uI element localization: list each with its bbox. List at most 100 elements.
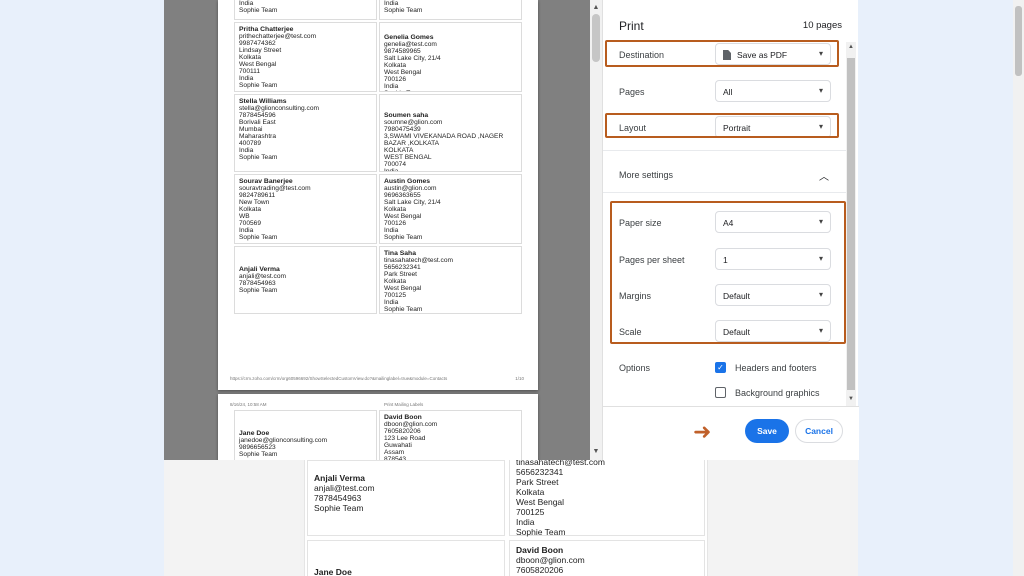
mailing-label: Austin Gomes austin@glion.com 9696363655 Sa…	[379, 174, 522, 244]
contact-line: India	[516, 517, 535, 527]
background-graphics-checkbox[interactable]	[715, 387, 726, 398]
mailing-label: Anjali Verma anjali@test.com 7878454963 Sop…	[234, 246, 377, 314]
preview-scrollbar[interactable]: ▲ ▼	[590, 0, 602, 460]
label-line: Guwahati	[384, 442, 412, 449]
print-preview[interactable]: India Sophie Team India Sophie Team Prit…	[164, 0, 602, 460]
label-line: Maharashtra	[239, 133, 277, 140]
more-settings-toggle[interactable]: More settings	[619, 170, 673, 180]
label-line: stella@glionconsulting.com	[239, 105, 319, 112]
mailing-label: Pritha Chatterjee prithechatterjee@test.c…	[234, 22, 377, 92]
label-line: soumne@glion.com	[384, 119, 443, 126]
action-bar: ➜ Save Cancel	[603, 406, 859, 460]
contact-line: Sophie Team	[314, 503, 364, 513]
label-line: 7878454596	[239, 112, 276, 119]
label-line: India	[239, 0, 254, 7]
mailing-label: Stella Williams stella@glionconsulting.co…	[234, 94, 377, 172]
mailing-label: India Sophie Team	[379, 0, 522, 20]
mailing-label: Jane Doe janedoe@glionconsulting.com 989…	[234, 410, 377, 460]
mailing-label: Tina Saha tinasahatech@test.com 5656232341…	[379, 246, 522, 314]
save-button[interactable]: Save	[745, 419, 789, 443]
pages-label: Pages	[619, 87, 645, 97]
label-name: Sourav Banerjee	[239, 178, 293, 185]
label-line: West Bengal	[239, 61, 277, 68]
label-name: Austin Gomes	[384, 178, 431, 185]
label-line: prithechatterjee@test.com	[239, 33, 317, 40]
label-name: Tina Saha	[384, 250, 416, 257]
label-line: 400789	[239, 140, 262, 147]
label-line: Sophie Team	[239, 82, 278, 89]
bg-contact-card: tinasahatech@test.com 5656232341 Park St…	[509, 456, 705, 537]
label-name: Pritha Chatterjee	[239, 26, 294, 33]
settings-scrollbar-thumb[interactable]	[847, 58, 855, 390]
label-line: souravtrading@test.com	[239, 185, 311, 192]
label-line: Borivali East	[239, 119, 276, 126]
label-line: Assam	[384, 449, 405, 456]
label-line: India	[384, 227, 399, 234]
bg-contact-card: Jane Doe	[307, 540, 505, 576]
label-line: 9874589965	[384, 48, 421, 55]
label-line: austin@glion.com	[384, 185, 437, 192]
layout-highlight	[605, 113, 839, 138]
label-name: Stella Williams	[239, 98, 287, 105]
label-line: Lindsay Street	[239, 47, 282, 54]
headers-footers-checkbox[interactable]: ✓	[715, 362, 726, 373]
options-label: Options	[619, 363, 651, 373]
label-line: Sophie Team	[239, 451, 278, 458]
label-line: Sophie Team	[239, 154, 278, 161]
label-line: Mumbai	[239, 126, 263, 133]
preview-scrollbar-thumb[interactable]	[592, 14, 600, 62]
contact-line: Park Street	[516, 477, 559, 487]
scroll-down-arrow-icon[interactable]: ▼	[591, 448, 601, 455]
label-line: 878543	[384, 456, 407, 460]
label-line: Sophie Team	[384, 7, 423, 14]
page-count: 10 pages	[802, 20, 842, 31]
contact-name: Jane Doe	[314, 567, 352, 576]
label-line: India	[384, 83, 399, 90]
label-line: India	[239, 227, 254, 234]
page-header-date: 8/16/24, 10:58 AM	[230, 402, 267, 407]
divider	[603, 150, 849, 151]
label-name: Genelia Gomes	[384, 34, 434, 41]
mailing-label: Soumen saha soumne@glion.com 7980475439 3,S…	[379, 94, 522, 172]
mailing-label: India Sophie Team	[234, 0, 377, 20]
chevron-up-icon[interactable]: ︿	[819, 168, 829, 183]
contact-line: 7878454963	[314, 493, 362, 503]
mailing-label: Sourav Banerjee souravtrading@test.com 982…	[234, 174, 377, 244]
label-line: India	[384, 299, 399, 306]
label-line: dboon@glion.com	[384, 421, 438, 428]
label-line: 700569	[239, 220, 262, 227]
contact-name: Anjali Verma	[314, 473, 366, 483]
pages-select[interactable]: All ▾	[715, 80, 831, 102]
page-scrollbar-thumb[interactable]	[1015, 6, 1022, 76]
label-line: West Bengal	[384, 285, 422, 292]
label-line: 7980475439	[384, 126, 421, 133]
scroll-down-arrow-icon[interactable]: ▼	[846, 396, 856, 402]
page-scrollbar[interactable]	[1013, 0, 1024, 576]
label-line: India	[239, 147, 254, 154]
label-line: Salt Lake City, 21/4	[384, 199, 441, 206]
label-line: India	[384, 168, 399, 172]
label-line: 9987474362	[239, 40, 276, 47]
label-line: Sophie Team	[384, 234, 423, 241]
settings-scrollbar[interactable]: ▲ ▼	[846, 42, 856, 406]
scroll-up-arrow-icon[interactable]: ▲	[591, 4, 601, 11]
contact-line: Kolkata	[516, 487, 545, 497]
label-line: janedoe@glionconsulting.com	[239, 437, 328, 444]
label-line: BAZAR ,KOLKATA	[384, 140, 440, 147]
mailing-label: David Boon dboon@glion.com 7605820206 12…	[379, 410, 522, 460]
bg-contact-card: Anjali Verma anjali@test.com 7878454963 …	[307, 460, 505, 536]
destination-highlight	[605, 40, 839, 67]
label-line: Sophie Team	[384, 90, 517, 91]
headers-footers-label[interactable]: Headers and footers	[735, 363, 817, 373]
label-line: 9896656523	[239, 444, 276, 451]
label-line: WEST BENGAL	[384, 154, 432, 161]
background-graphics-label[interactable]: Background graphics	[735, 388, 820, 398]
label-line: 700074	[384, 161, 407, 168]
label-line: Sophie Team	[239, 7, 278, 14]
arrow-right-icon: ➜	[693, 419, 712, 444]
scroll-up-arrow-icon[interactable]: ▲	[846, 44, 856, 50]
preview-page-1: India Sophie Team India Sophie Team Prit…	[218, 0, 538, 390]
pages-value: All	[723, 87, 733, 97]
page-header-title: Print Mailing Labels	[384, 402, 424, 407]
cancel-button[interactable]: Cancel	[795, 419, 843, 443]
